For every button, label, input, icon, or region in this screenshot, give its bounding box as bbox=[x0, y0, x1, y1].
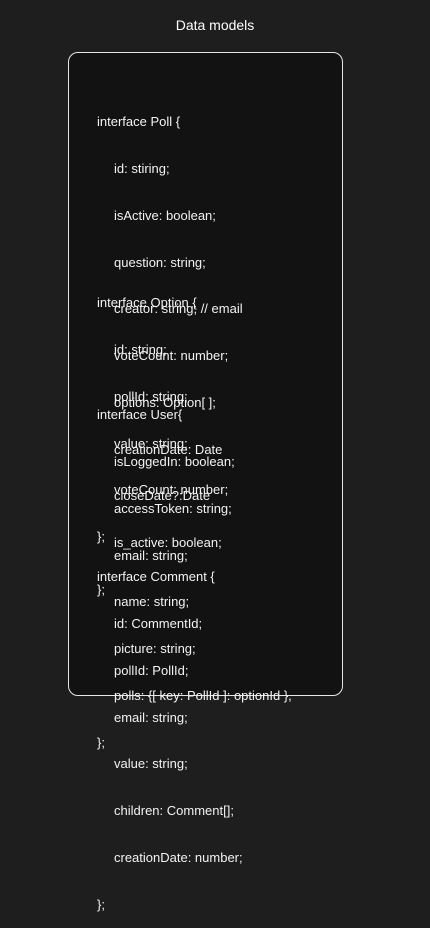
interface-footer: }; bbox=[97, 896, 105, 912]
field-line: accessToken: string; bbox=[114, 500, 232, 516]
field-line: isLoggedIn: boolean; bbox=[114, 453, 235, 469]
field-line: isActive: boolean; bbox=[114, 207, 216, 223]
field-line: pollId: PollId; bbox=[114, 662, 189, 678]
interface-comment-block: interface Comment { id: CommentId; pollI… bbox=[97, 538, 337, 928]
field-line: id: stiring; bbox=[114, 160, 170, 176]
interface-header: interface User{ bbox=[97, 407, 183, 423]
interface-header: interface Comment { bbox=[97, 569, 215, 585]
field-line: value: string; bbox=[114, 756, 188, 772]
frame-title: Data models bbox=[175, 17, 255, 33]
field-line: creationDate: number; bbox=[114, 849, 243, 865]
field-line: email: string; bbox=[114, 709, 188, 725]
interface-header: interface Option { bbox=[97, 295, 197, 311]
field-line: id: string; bbox=[114, 341, 167, 357]
field-line: id: CommentId; bbox=[114, 615, 203, 631]
interface-header: interface Poll { bbox=[97, 114, 181, 130]
field-line: children: Comment[]; bbox=[114, 803, 234, 819]
